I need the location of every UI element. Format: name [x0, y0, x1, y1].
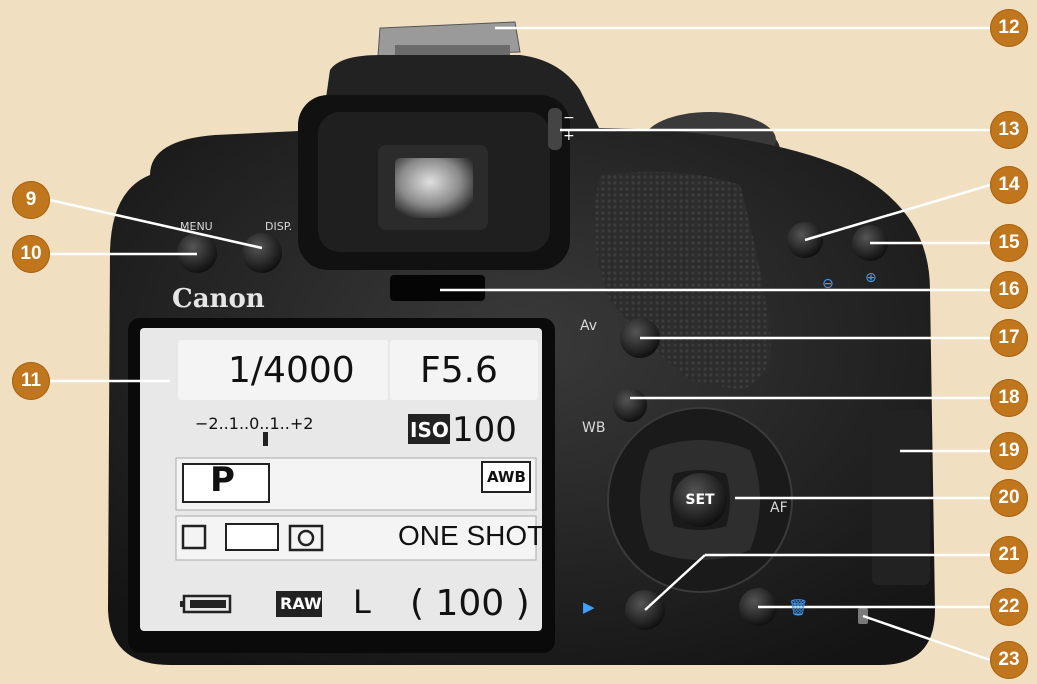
lcd-shutter-speed: 1/4000 — [228, 350, 355, 391]
callout-17: 17 — [990, 319, 1028, 357]
lcd-white-balance: AWB — [487, 468, 526, 486]
callout-18: 18 — [990, 379, 1028, 417]
callout-14: 14 — [990, 166, 1028, 204]
af-point-select-button[interactable] — [787, 222, 823, 258]
zoom-in-icon: ⊕ — [865, 270, 877, 286]
zoom-out-icon: ⊖ — [822, 276, 834, 292]
diopter-plus: + — [563, 128, 575, 144]
callout-16: 16 — [990, 271, 1028, 309]
trash-icon: 🗑 — [788, 598, 809, 617]
disp-label: DISP. — [265, 220, 293, 233]
lcd-shooting-mode: P — [210, 460, 235, 500]
diopter-minus: − — [563, 110, 575, 126]
lcd-shots-remaining: ( 100 ) — [410, 583, 530, 624]
lcd-quality-raw: RAW — [280, 594, 322, 613]
menu-label: MENU — [180, 220, 213, 233]
ae-lock-button[interactable] — [852, 225, 888, 261]
av-label: Av — [580, 318, 598, 334]
callout-15: 15 — [990, 224, 1028, 262]
lcd-iso-value: 100 — [452, 410, 517, 450]
lcd-aperture: F5.6 — [420, 350, 498, 391]
callout-23: 23 — [990, 641, 1028, 679]
erase-button[interactable] — [739, 588, 777, 626]
callout-13: 13 — [990, 111, 1028, 149]
disp-button[interactable] — [242, 233, 282, 273]
callout-10: 10 — [12, 235, 50, 273]
callout-12: 12 — [990, 9, 1028, 47]
menu-button[interactable] — [177, 233, 217, 273]
lcd-exposure-scale: −2..1..0..1..+2 — [195, 414, 314, 433]
lcd-iso-label: ISO — [410, 418, 449, 442]
callout-19: 19 — [990, 432, 1028, 470]
set-button[interactable]: SET — [673, 473, 727, 527]
camera-body-drawing — [49, 21, 991, 665]
av-exposure-button[interactable] — [620, 318, 660, 358]
lcd-af-mode: ONE SHOT — [398, 520, 545, 551]
set-label: SET — [685, 492, 715, 508]
playback-icon: ▶ — [583, 598, 595, 616]
wb-label: WB — [582, 420, 606, 436]
brand-logo: Canon — [172, 284, 265, 314]
playback-button[interactable] — [625, 590, 665, 630]
callout-9: 9 — [12, 181, 50, 219]
callout-21: 21 — [990, 536, 1028, 574]
lcd-quality-jpeg: L — [353, 583, 371, 621]
callout-11: 11 — [12, 362, 50, 400]
wb-button[interactable] — [613, 388, 647, 422]
callout-22: 22 — [990, 588, 1028, 626]
callout-20: 20 — [990, 479, 1028, 517]
camera-illustration: Canon MENU DISP. Av WB AF − + SET ▶ 🗑 ⊕ … — [0, 0, 1037, 684]
